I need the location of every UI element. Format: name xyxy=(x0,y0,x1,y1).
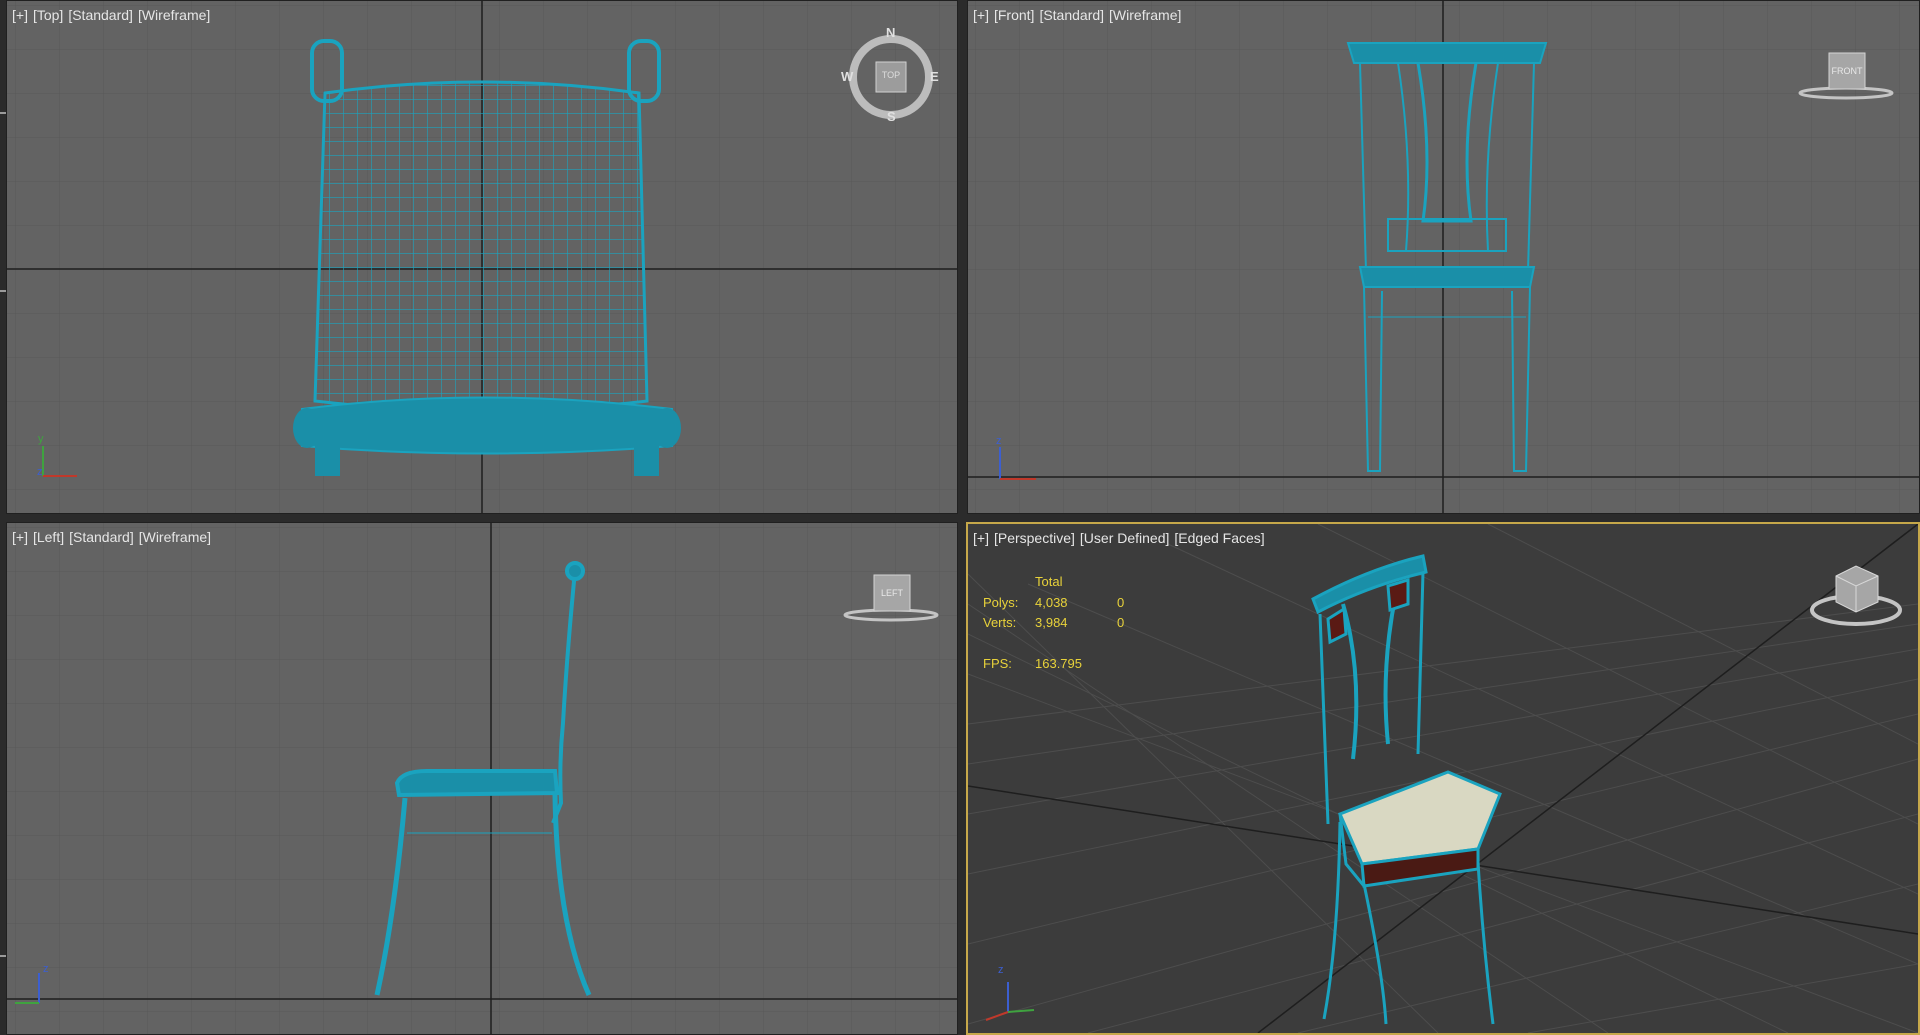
viewcube-front[interactable]: FRONT xyxy=(1796,51,1896,101)
shading-label[interactable]: [Standard] xyxy=(69,529,134,545)
left-edge-tick xyxy=(0,112,6,114)
compass-e[interactable]: E xyxy=(930,69,939,84)
viewcube-face-label[interactable]: FRONT xyxy=(1829,66,1865,76)
stats-verts-label: Verts: xyxy=(983,615,1017,630)
compass-n[interactable]: N xyxy=(886,25,895,40)
viewport-label-top[interactable]: [+] [Top] [Standard] [Wireframe] xyxy=(12,7,210,23)
stats-polys-selected: 0 xyxy=(1117,594,1125,610)
viewport-menu-button[interactable]: [+] xyxy=(12,7,28,23)
viewport-menu-button[interactable]: [+] xyxy=(12,529,28,545)
chair-top-wireframe xyxy=(293,39,681,476)
render-mode-label[interactable]: [Wireframe] xyxy=(1109,7,1181,23)
viewport-left[interactable]: [+] [Left] [Standard] [Wireframe] LEFT z xyxy=(6,522,958,1035)
stats-verts-selected: 0 xyxy=(1117,615,1125,630)
viewport-menu-button[interactable]: [+] xyxy=(973,7,989,23)
axis-label-z: z xyxy=(998,964,1004,976)
view-type-label[interactable]: [Perspective] xyxy=(994,530,1075,546)
front-scene xyxy=(968,1,1919,513)
top-scene xyxy=(7,1,957,513)
viewcube-perspective[interactable] xyxy=(1806,562,1906,626)
view-type-label[interactable]: [Top] xyxy=(33,7,63,23)
left-edge-tick xyxy=(0,290,6,292)
view-type-label[interactable]: [Left] xyxy=(33,529,64,545)
perspective-axis-tripod xyxy=(985,982,1035,1021)
viewport-label-front[interactable]: [+] [Front] [Standard] [Wireframe] xyxy=(973,7,1181,23)
compass-w[interactable]: W xyxy=(841,69,853,84)
stats-polys-label: Polys: xyxy=(983,594,1019,610)
render-mode-label[interactable]: [Wireframe] xyxy=(138,7,210,23)
axis-label-y: y xyxy=(38,433,44,445)
axis-label-z: z xyxy=(43,963,49,975)
render-mode-label[interactable]: [Edged Faces] xyxy=(1174,530,1264,546)
axis-label-z: z xyxy=(996,435,1002,447)
stats-verts-total: 3,984 xyxy=(1035,615,1068,630)
stats-polys-total: 4,038 xyxy=(1035,594,1068,610)
shading-label[interactable]: [Standard] xyxy=(68,7,133,23)
shading-label[interactable]: [User Defined] xyxy=(1080,530,1169,546)
viewport-label-perspective[interactable]: [+] [Perspective] [User Defined] [Edged … xyxy=(973,530,1265,546)
viewport-top[interactable]: [+] [Top] [Standard] [Wireframe] TOP N S… xyxy=(6,0,958,514)
stats-fps-label: FPS: xyxy=(983,655,1012,671)
left-edge-tick xyxy=(0,955,6,957)
viewport-label-left[interactable]: [+] [Left] [Standard] [Wireframe] xyxy=(12,529,211,545)
stats-fps-value: 163.795 xyxy=(1035,655,1082,671)
compass-s[interactable]: S xyxy=(887,109,896,124)
axis-label-z: z xyxy=(37,466,43,478)
viewport-front[interactable]: [+] [Front] [Standard] [Wireframe] FRONT… xyxy=(967,0,1920,514)
viewcube-face-label[interactable]: LEFT xyxy=(874,588,910,598)
viewcube-face-label[interactable]: TOP xyxy=(877,70,905,80)
viewport-perspective[interactable]: [+] [Perspective] [User Defined] [Edged … xyxy=(966,522,1920,1035)
left-scene xyxy=(7,523,957,1034)
viewcube-top[interactable]: TOP N S E W xyxy=(841,25,939,125)
chair-perspective-model xyxy=(1311,554,1502,1025)
shading-label[interactable]: [Standard] xyxy=(1039,7,1104,23)
view-type-label[interactable]: [Front] xyxy=(994,7,1034,23)
viewport-statistics: Total Polys: 4,038 0 Verts: 3,984 0 FPS:… xyxy=(983,572,1137,674)
render-mode-label[interactable]: [Wireframe] xyxy=(139,529,211,545)
viewcube-left[interactable]: LEFT xyxy=(841,573,941,623)
stats-header: Total xyxy=(1035,574,1063,589)
viewport-menu-button[interactable]: [+] xyxy=(973,530,989,546)
